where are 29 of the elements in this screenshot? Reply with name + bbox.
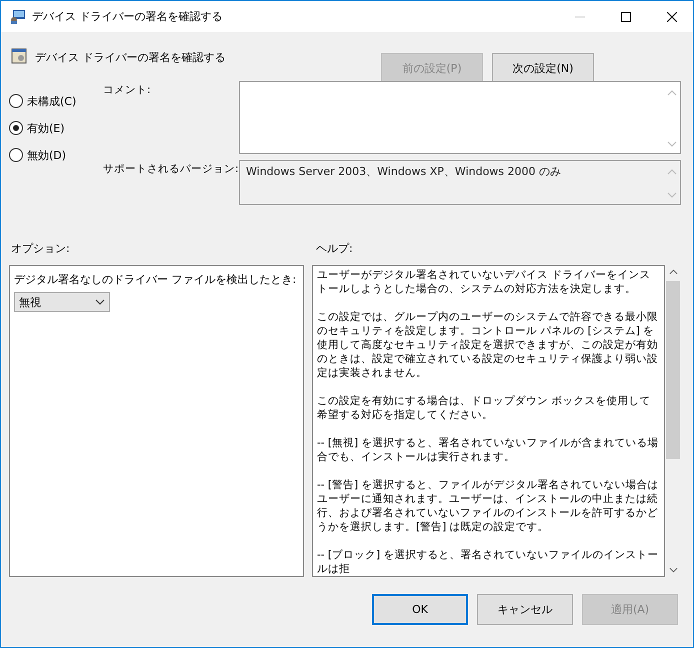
window-title: デバイス ドライバーの署名を確認する: [32, 9, 222, 24]
settings-document-icon: [11, 48, 27, 64]
supported-versions-label: サポートされるバージョン:: [103, 162, 239, 177]
help-paragraph: -- [ブロック] を選択すると、署名されていないファイルのインストールは拒: [317, 548, 660, 576]
maximize-icon[interactable]: [621, 12, 631, 22]
help-paragraph: この設定では、グループ内のユーザーのシステムで許容できる最小限のセキュリティを設定します。コントロール パネルの [システム] を使用して高度なセキュリティ設定を選択できますが、この設定が有効のときは、設定で確立されている設定のセキュリティ保護より弱い設定は実装されません。: [317, 310, 659, 380]
option-field-label: デジタル署名なしのドライバー ファイルを検出したとき:: [14, 272, 296, 287]
comment-label: コメント:: [103, 83, 152, 98]
next-setting-button[interactable]: 次の設定(N): [492, 53, 594, 84]
policy-title: デバイス ドライバーの署名を確認する: [35, 50, 226, 65]
computer-icon: [10, 8, 26, 24]
radio-option[interactable]: 有効(E): [9, 119, 103, 137]
dropdown[interactable]: 無視: [14, 292, 110, 312]
help-paragraph: -- [無視] を選択すると、署名されていないファイルが含まれている場合でも、インストールは実行されます。: [317, 436, 660, 464]
dialog-button[interactable]: キャンセル: [477, 594, 573, 625]
radio-option[interactable]: 無効(D): [9, 146, 103, 164]
help-paragraph: -- [警告] を選択すると、ファイルがデジタル署名されていない場合はユーザーに通知されます。ユーザーは、インストールの中止または続行、および署名されていないファイルのインストールを許可するかどうかを選択します。[警告] は既定の設定です。: [317, 478, 660, 534]
scroll-up-icon[interactable]: [668, 269, 678, 275]
scrollbar-thumb[interactable]: [666, 281, 680, 459]
radio-option[interactable]: 未構成(C): [9, 92, 103, 110]
supported-versions-text: Windows Server 2003、Windows XP、Windows 2000 のみ: [245, 164, 562, 180]
caret-icon: [95, 299, 105, 305]
help-paragraph: ユーザーがデジタル署名されていないデバイス ドライバーをインストールしようとした場合の、システムの対応方法を決定します。: [317, 268, 652, 296]
options-label: オプション:: [10, 241, 71, 257]
close-icon[interactable]: [667, 12, 677, 22]
scroll-down-icon[interactable]: [668, 567, 678, 573]
dialog-button[interactable]: OK: [372, 594, 468, 625]
help-label: ヘルプ:: [316, 241, 353, 257]
help-paragraph: この設定を有効にする場合は、ドロップダウン ボックスを使用して希望する対応を指定してください。: [317, 394, 652, 422]
